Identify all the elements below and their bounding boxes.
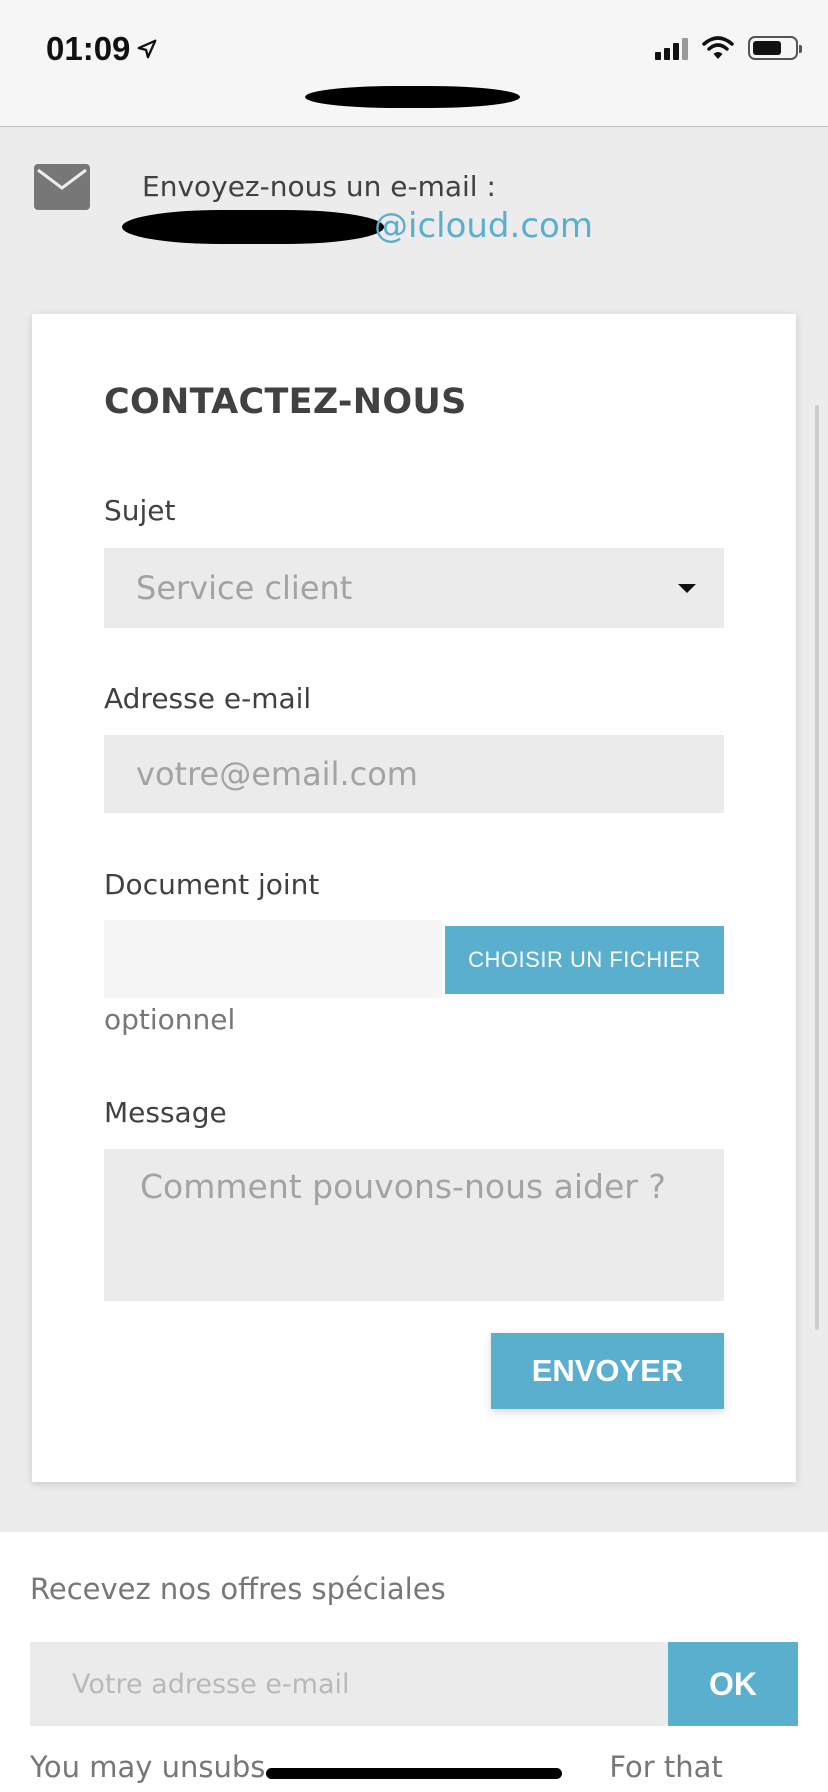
message-textarea[interactable]: Comment pouvons-nous aider ?	[104, 1149, 724, 1301]
url-redaction	[305, 86, 520, 108]
status-time: 01:09	[46, 30, 158, 68]
location-arrow-icon	[138, 39, 157, 59]
footnote-start: You may unsubs	[30, 1750, 266, 1784]
email-us-label: Envoyez-nous un e-mail :	[142, 170, 496, 203]
signal-icon	[655, 36, 688, 60]
wifi-icon	[702, 36, 734, 59]
footnote-end: For that	[609, 1750, 723, 1784]
attachment-filename-box	[104, 920, 442, 998]
clock-text: 01:09	[46, 30, 131, 67]
subject-selected-value: Service client	[136, 569, 353, 607]
contact-form-card: CONTACTEZ-NOUS Sujet Service client Adre…	[32, 314, 796, 1482]
mail-icon	[34, 164, 90, 210]
email-label: Adresse e-mail	[104, 682, 312, 715]
status-icons	[655, 36, 802, 60]
choose-file-button[interactable]: CHOISIR UN FICHIER	[445, 926, 724, 994]
newsletter-ok-button[interactable]: OK	[668, 1642, 798, 1726]
email-placeholder: votre@email.com	[136, 755, 418, 793]
chevron-down-icon	[678, 584, 696, 593]
email-redaction	[122, 210, 384, 244]
footnote-redaction	[266, 1768, 562, 1779]
attachment-label: Document joint	[104, 868, 320, 901]
battery-icon	[748, 36, 802, 60]
newsletter-placeholder: Votre adresse e-mail	[72, 1668, 350, 1700]
message-label: Message	[104, 1096, 227, 1129]
message-placeholder: Comment pouvons-nous aider ?	[140, 1167, 666, 1206]
status-bar: 01:09	[0, 0, 828, 127]
subject-select[interactable]: Service client	[104, 548, 724, 628]
subject-label: Sujet	[104, 494, 176, 527]
scrollbar[interactable]	[815, 405, 819, 1330]
newsletter-title: Recevez nos offres spéciales	[30, 1572, 446, 1606]
newsletter-section: Recevez nos offres spéciales Votre adres…	[0, 1532, 828, 1792]
attachment-optional-hint: optionnel	[104, 1003, 236, 1036]
send-button[interactable]: ENVOYER	[491, 1333, 724, 1409]
contact-email-link[interactable]: @icloud.com	[374, 206, 593, 246]
form-title: CONTACTEZ-NOUS	[104, 382, 467, 422]
newsletter-email-input[interactable]: Votre adresse e-mail	[30, 1642, 668, 1726]
email-field[interactable]: votre@email.com	[104, 735, 724, 813]
